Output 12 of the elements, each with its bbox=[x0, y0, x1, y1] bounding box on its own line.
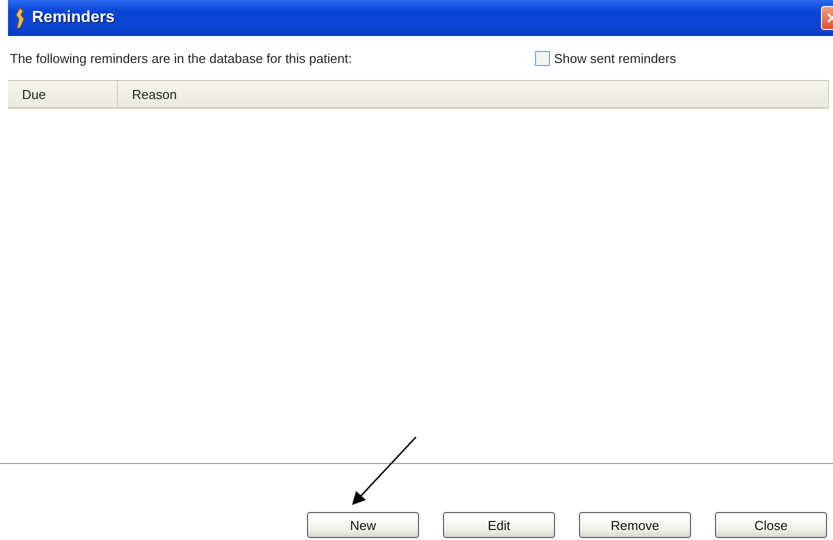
annotation-arrow bbox=[350, 435, 418, 507]
intro-text: The following reminders are in the database for this patient: bbox=[10, 50, 353, 66]
checkbox[interactable] bbox=[535, 50, 550, 66]
column-header[interactable]: Reason bbox=[118, 81, 829, 107]
dialog-button[interactable]: New bbox=[307, 512, 419, 538]
dialog-button[interactable]: Edit bbox=[443, 512, 555, 538]
dialog-button[interactable]: Remove bbox=[579, 512, 691, 538]
window-title: Reminders bbox=[32, 9, 115, 27]
dialog-button[interactable]: Close bbox=[715, 512, 827, 538]
app-icon bbox=[14, 7, 26, 29]
checkbox-label: Show sent reminders bbox=[554, 50, 676, 66]
column-header[interactable]: Due bbox=[8, 81, 118, 107]
